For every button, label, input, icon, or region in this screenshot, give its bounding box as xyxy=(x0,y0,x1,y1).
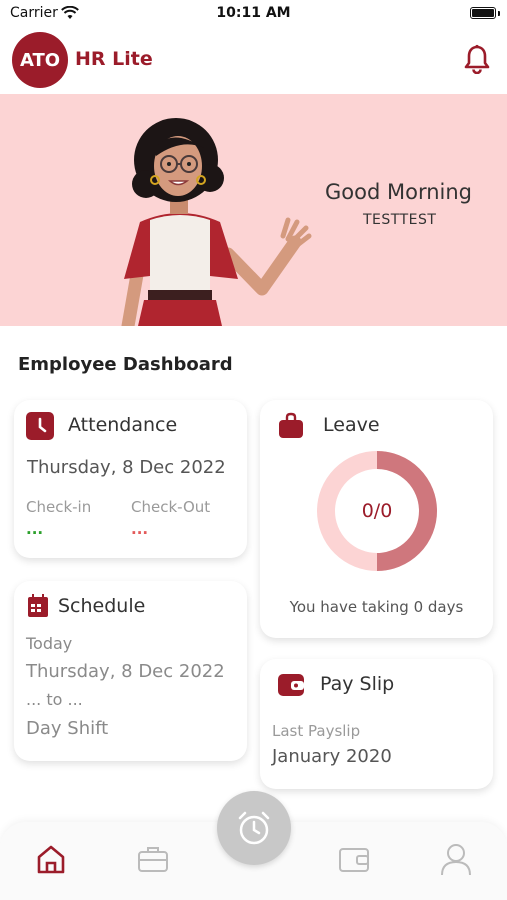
dashboard-title: Employee Dashboard xyxy=(18,354,233,375)
schedule-shift: Day Shift xyxy=(26,718,109,739)
attendance-date: Thursday, 8 Dec 2022 xyxy=(27,457,226,478)
bell-icon[interactable] xyxy=(463,44,491,74)
schedule-time-range: ... to ... xyxy=(26,690,83,709)
clock-icon xyxy=(26,412,54,440)
schedule-today-label: Today xyxy=(26,634,73,653)
payslip-value: January 2020 xyxy=(272,746,392,767)
clock-in-button[interactable] xyxy=(217,791,291,865)
battery-icon xyxy=(470,7,496,19)
leave-ratio: 0/0 xyxy=(361,500,393,522)
battery-tip xyxy=(498,11,500,16)
briefcase-icon[interactable] xyxy=(136,842,170,876)
schedule-title: Schedule xyxy=(58,595,146,617)
checkout-value: ... xyxy=(131,520,149,538)
username: TESTTEST xyxy=(363,212,437,228)
leave-card[interactable]: Leave 0/0 You have taking 0 days xyxy=(260,400,493,638)
user-icon[interactable] xyxy=(439,842,473,876)
greeting-text: Good Morning xyxy=(325,180,472,204)
leave-summary: You have taking 0 days xyxy=(289,598,464,616)
alarm-clock-icon xyxy=(238,811,270,845)
calendar-icon xyxy=(28,594,48,617)
checkin-label: Check-in xyxy=(26,498,92,516)
checkout-label: Check-Out xyxy=(131,498,211,516)
payslip-card[interactable]: Pay Slip Last Payslip January 2020 xyxy=(260,659,493,789)
bag-icon xyxy=(279,412,303,438)
wallet-icon xyxy=(278,674,304,696)
wallet-nav-icon[interactable] xyxy=(337,842,371,876)
payslip-title: Pay Slip xyxy=(320,673,395,695)
app-logo: ATO xyxy=(12,32,68,88)
woman-waving-illustration xyxy=(121,118,312,326)
status-time: 10:11 AM xyxy=(216,5,291,21)
status-bar: Carrier 10:11 AM xyxy=(0,0,507,30)
greeting-banner: Good Morning TESTTEST xyxy=(0,94,507,326)
schedule-card[interactable]: Schedule Today Thursday, 8 Dec 2022 ... … xyxy=(14,581,247,761)
leave-title: Leave xyxy=(323,414,380,436)
app-header: ATO HR Lite xyxy=(0,30,507,92)
checkin-value: ... xyxy=(26,520,44,538)
schedule-date: Thursday, 8 Dec 2022 xyxy=(26,661,225,682)
home-icon[interactable] xyxy=(34,842,68,876)
attendance-title: Attendance xyxy=(68,414,178,436)
app-name: HR Lite xyxy=(75,48,153,70)
attendance-card[interactable]: Attendance Thursday, 8 Dec 2022 Check-in… xyxy=(14,400,247,558)
payslip-label: Last Payslip xyxy=(272,722,361,740)
